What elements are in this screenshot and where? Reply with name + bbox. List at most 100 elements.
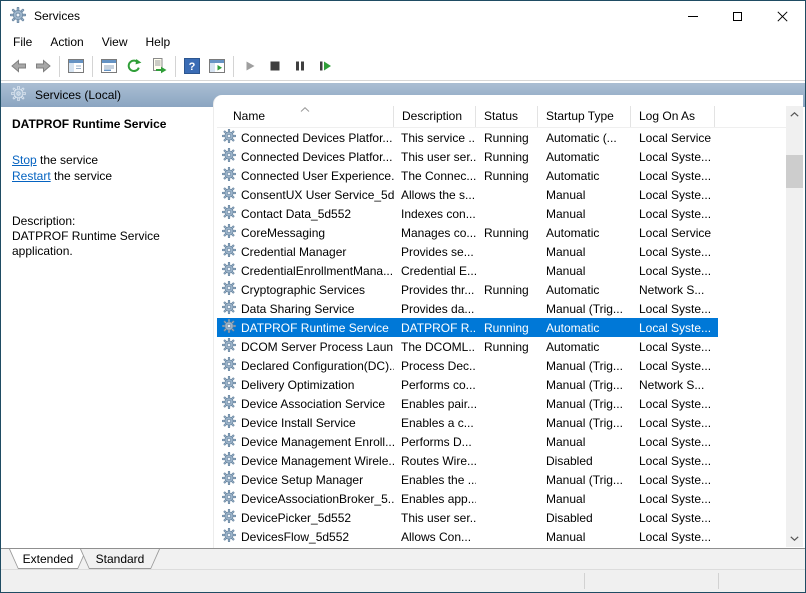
menubar: FileActionViewHelp xyxy=(1,31,805,52)
menu-action[interactable]: Action xyxy=(41,33,92,51)
service-row[interactable]: Data Sharing ServiceProvides da...Manual… xyxy=(217,299,718,318)
restart-service-button[interactable] xyxy=(313,55,337,78)
service-name: Connected Devices Platfor... xyxy=(241,131,392,145)
scroll-up-button[interactable] xyxy=(786,106,803,123)
service-row[interactable]: Device Management Enroll...Performs D...… xyxy=(217,432,718,451)
refresh-button[interactable] xyxy=(122,55,146,78)
services-window: Services FileActionViewHelp ? Services (… xyxy=(0,0,806,593)
service-description-cell: Manages co... xyxy=(394,226,476,240)
service-startup-type-cell: Disabled xyxy=(538,511,631,525)
toolbar-separator xyxy=(59,56,60,77)
help-icon: ? xyxy=(184,58,200,74)
stop-service-button[interactable] xyxy=(263,55,287,78)
service-startup-type-cell: Manual xyxy=(538,207,631,221)
service-startup-type-cell: Manual (Trig... xyxy=(538,359,631,373)
scroll-down-button[interactable] xyxy=(786,530,803,547)
pause-service-button[interactable] xyxy=(288,55,312,78)
service-name: DeviceAssociationBroker_5... xyxy=(241,492,394,506)
column-header-startup-type[interactable]: Startup Type xyxy=(538,106,631,127)
service-status-cell: Running xyxy=(476,169,538,183)
service-row[interactable]: Device Install ServiceEnables a c...Manu… xyxy=(217,413,718,432)
column-header-description[interactable]: Description xyxy=(394,106,476,127)
service-log-on-as-cell: Local Service xyxy=(631,131,715,145)
selected-service-title: DATPROF Runtime Service xyxy=(12,117,203,131)
help-button[interactable]: ? xyxy=(180,55,204,78)
menu-view[interactable]: View xyxy=(93,33,137,51)
service-row[interactable]: Declared Configuration(DC)...Process Dec… xyxy=(217,356,718,375)
service-log-on-as-cell: Local Syste... xyxy=(631,207,715,221)
service-row[interactable]: DevicesFlow_5d552Allows Con...ManualLoca… xyxy=(217,527,718,546)
scope-gear-icon xyxy=(11,86,26,104)
service-startup-type-cell: Automatic xyxy=(538,150,631,164)
titlebar: Services xyxy=(1,1,805,31)
vertical-scrollbar[interactable] xyxy=(786,106,803,547)
column-header-name[interactable]: Name xyxy=(217,106,394,127)
service-gear-icon xyxy=(222,319,241,336)
service-name: Delivery Optimization xyxy=(241,378,354,392)
minimize-button[interactable] xyxy=(670,1,715,31)
service-gear-icon xyxy=(222,167,241,184)
service-row[interactable]: Device Setup ManagerEnables the ...Manua… xyxy=(217,470,718,489)
scrollbar-thumb[interactable] xyxy=(786,155,803,188)
service-startup-type-cell: Disabled xyxy=(538,454,631,468)
service-row[interactable]: Cryptographic ServicesProvides thr...Run… xyxy=(217,280,718,299)
service-description-cell: Performs D... xyxy=(394,435,476,449)
service-startup-type-cell: Manual xyxy=(538,245,631,259)
service-name: Cryptographic Services xyxy=(241,283,365,297)
service-log-on-as-cell: Local Syste... xyxy=(631,454,715,468)
service-row[interactable]: ConsentUX User Service_5d...Allows the s… xyxy=(217,185,718,204)
service-row[interactable]: Device Management Wirele...Routes Wire..… xyxy=(217,451,718,470)
start-service-button[interactable] xyxy=(238,55,262,78)
column-header-status[interactable]: Status xyxy=(476,106,538,127)
service-row[interactable]: DeviceAssociationBroker_5...Enables app.… xyxy=(217,489,718,508)
service-row[interactable]: DCOM Server Process Laun...The DCOML...R… xyxy=(217,337,718,356)
service-log-on-as-cell: Local Syste... xyxy=(631,340,715,354)
chevron-up-icon xyxy=(790,112,799,117)
service-action-links: Stop the service Restart the service xyxy=(12,152,203,184)
service-row[interactable]: Device Association ServiceEnables pair..… xyxy=(217,394,718,413)
close-button[interactable] xyxy=(760,1,805,31)
service-row[interactable]: Connected Devices Platfor...This user se… xyxy=(217,147,718,166)
service-gear-icon xyxy=(222,224,241,241)
column-header-log-on-as[interactable]: Log On As xyxy=(631,106,715,127)
service-name: Data Sharing Service xyxy=(241,302,354,316)
tab-extended[interactable]: Extended xyxy=(9,549,87,569)
service-row[interactable]: Connected User Experience...The Connec..… xyxy=(217,166,718,185)
back-button[interactable] xyxy=(6,55,30,78)
service-name: CoreMessaging xyxy=(241,226,325,240)
service-description-cell: Routes Wire... xyxy=(394,454,476,468)
pause-service-icon xyxy=(292,58,308,74)
start-service-icon xyxy=(242,58,258,74)
service-row[interactable]: DevicePicker_5d552This user ser...Disabl… xyxy=(217,508,718,527)
service-row[interactable]: CredentialEnrollmentMana...Credential E.… xyxy=(217,261,718,280)
service-row[interactable]: Connected Devices Platfor...This service… xyxy=(217,128,718,147)
service-description-cell: Allows the s... xyxy=(394,188,476,202)
forward-button[interactable] xyxy=(31,55,55,78)
tab-standard[interactable]: Standard xyxy=(80,549,160,569)
service-row[interactable]: Credential ManagerProvides se...ManualLo… xyxy=(217,242,718,261)
restart-line-suffix: the service xyxy=(51,169,112,183)
statusbar xyxy=(1,569,805,592)
service-description-cell: The Connec... xyxy=(394,169,476,183)
properties-button[interactable] xyxy=(97,55,121,78)
statusbar-separator xyxy=(718,573,719,589)
service-log-on-as-cell: Local Syste... xyxy=(631,530,715,544)
service-row[interactable]: Delivery OptimizationPerforms co...Manua… xyxy=(217,375,718,394)
service-name: Connected Devices Platfor... xyxy=(241,150,392,164)
maximize-button[interactable] xyxy=(715,1,760,31)
restart-service-link[interactable]: Restart xyxy=(12,169,51,183)
show-console-tree-icon xyxy=(68,58,84,74)
menu-file[interactable]: File xyxy=(4,33,41,51)
menu-help[interactable]: Help xyxy=(137,33,180,51)
show-console-tree-button[interactable] xyxy=(64,55,88,78)
show-action-pane-button[interactable] xyxy=(205,55,229,78)
service-row[interactable]: CoreMessagingManages co...RunningAutomat… xyxy=(217,223,718,242)
service-gear-icon xyxy=(222,509,241,526)
export-list-button[interactable] xyxy=(147,55,171,78)
service-log-on-as-cell: Local Syste... xyxy=(631,492,715,506)
service-log-on-as-cell: Local Syste... xyxy=(631,321,715,335)
service-row[interactable]: Contact Data_5d552Indexes con...ManualLo… xyxy=(217,204,718,223)
stop-service-link[interactable]: Stop xyxy=(12,153,37,167)
service-status-cell: Running xyxy=(476,283,538,297)
service-row-selected[interactable]: DATPROF Runtime ServiceDATPROF R...Runni… xyxy=(217,318,718,337)
